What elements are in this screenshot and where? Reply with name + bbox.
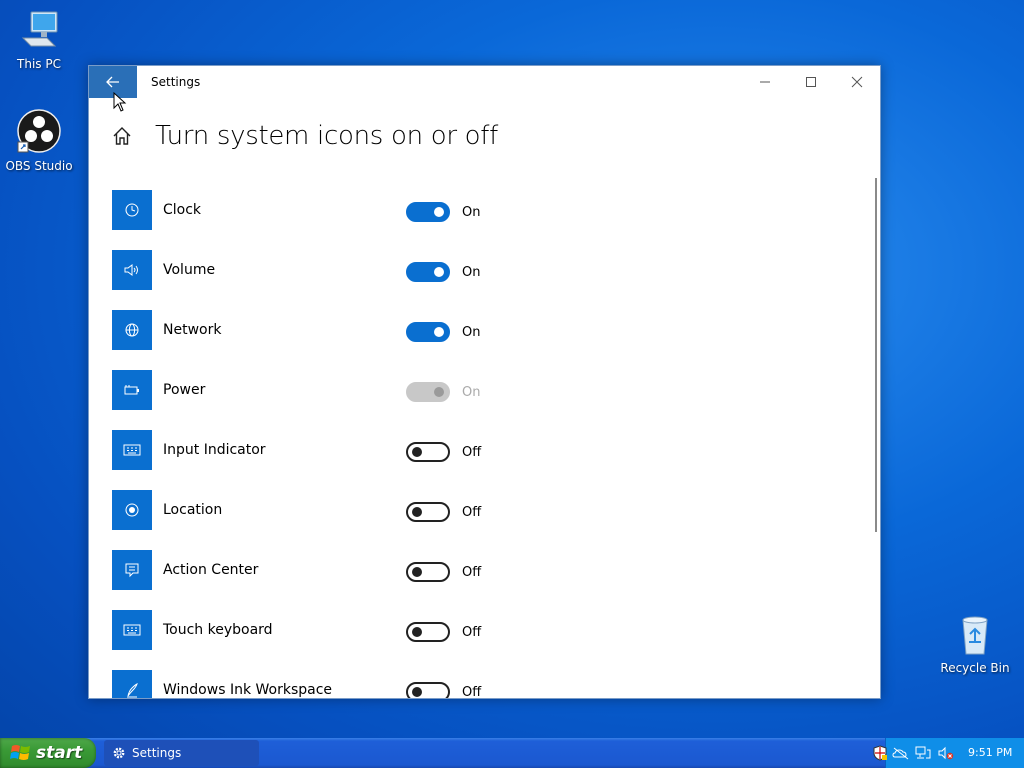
toggle-state: Off — [462, 445, 482, 460]
window-title: Settings — [151, 75, 201, 89]
list-item-touch-keyboard: Touch keyboard Off — [112, 610, 812, 650]
home-button[interactable] — [111, 125, 133, 147]
item-label: Action Center — [163, 562, 259, 578]
close-button[interactable] — [834, 66, 880, 98]
toggle-knob — [412, 687, 422, 697]
mouse-cursor-icon — [113, 92, 127, 112]
toggle-knob — [434, 267, 444, 277]
onedrive-icon[interactable] — [892, 746, 910, 760]
toggle-state: On — [462, 205, 481, 220]
desktop-icon-label: This PC — [17, 57, 61, 71]
item-label: Power — [163, 382, 206, 398]
desktop-icon-label: OBS Studio — [5, 159, 73, 173]
network-toggle[interactable] — [406, 322, 450, 342]
item-label: Touch keyboard — [163, 622, 273, 638]
action-center-toggle[interactable] — [406, 562, 450, 582]
list-item-windows-ink-workspace: Windows Ink Workspace Off — [112, 670, 812, 699]
list-item-input-indicator: Input Indicator Off — [112, 430, 812, 470]
start-button[interactable]: start — [0, 738, 96, 768]
maximize-icon — [806, 77, 816, 87]
touch-keyboard-toggle[interactable] — [406, 622, 450, 642]
list-item-volume: Volume On — [112, 250, 812, 290]
list-item-network: Network On — [112, 310, 812, 350]
taskbar-item-settings[interactable]: Settings — [104, 740, 259, 766]
taskbar-clock[interactable]: 9:51 PM — [968, 746, 1012, 759]
system-tray: 9:51 PM — [873, 738, 1024, 768]
taskbar: start Settings 9:51 PM — [0, 738, 1024, 768]
list-item-power: Power On — [112, 370, 812, 410]
computer-icon — [4, 8, 74, 55]
toggle-state: Off — [462, 565, 482, 580]
arrow-left-icon — [106, 76, 119, 88]
desktop-icon-label: Recycle Bin — [940, 661, 1010, 675]
page-header: Turn system icons on or off — [111, 121, 498, 151]
toggle-knob — [412, 447, 422, 457]
list-item-action-center: Action Center Off — [112, 550, 812, 590]
windows-logo-icon — [10, 745, 30, 760]
action-center-icon — [112, 550, 152, 590]
toggle-state: On — [462, 265, 481, 280]
recycle-bin-icon — [940, 612, 1010, 659]
security-shield-icon[interactable] — [872, 745, 888, 761]
settings-window: Settings Turn system icons on or off Clo… — [88, 65, 881, 699]
close-icon — [851, 76, 863, 88]
page-title: Turn system icons on or off — [155, 121, 498, 151]
desktop-icon-this-pc[interactable]: This PC — [4, 8, 74, 71]
volume-icon — [112, 250, 152, 290]
start-label: start — [36, 743, 83, 763]
home-icon — [113, 127, 131, 145]
location-toggle[interactable] — [406, 502, 450, 522]
desktop-icon-obs-studio[interactable]: OBS Studio — [4, 108, 74, 173]
location-icon — [112, 490, 152, 530]
toggle-state: Off — [462, 625, 482, 640]
minimize-icon — [760, 81, 770, 83]
network-icon — [112, 310, 152, 350]
toggle-state: On — [462, 325, 481, 340]
obs-icon — [4, 108, 74, 157]
toggle-state: Off — [462, 505, 482, 520]
item-label: Volume — [163, 262, 216, 278]
taskbar-item-label: Settings — [132, 746, 182, 760]
toggle-knob — [412, 507, 422, 517]
pen-icon — [112, 670, 152, 698]
maximize-button[interactable] — [788, 66, 834, 98]
windows-ink-toggle[interactable] — [406, 682, 450, 698]
toggle-knob — [434, 387, 444, 397]
power-icon — [112, 370, 152, 410]
item-label: Location — [163, 502, 223, 518]
volume-toggle[interactable] — [406, 262, 450, 282]
power-toggle — [406, 382, 450, 402]
item-label: Clock — [163, 202, 202, 218]
gear-icon — [113, 747, 125, 759]
minimize-button[interactable] — [742, 66, 788, 98]
keyboard-icon — [112, 430, 152, 470]
toggle-state: On — [462, 385, 481, 400]
input-indicator-toggle[interactable] — [406, 442, 450, 462]
list-item-clock: Clock On — [112, 190, 812, 230]
item-label: Windows Ink Workspace — [163, 682, 333, 698]
toggle-knob — [412, 627, 422, 637]
desktop-icon-recycle-bin[interactable]: Recycle Bin — [940, 612, 1010, 675]
list-item-location: Location Off — [112, 490, 812, 530]
toggle-knob — [434, 207, 444, 217]
network-tray-icon[interactable] — [915, 746, 931, 760]
touch-keyboard-icon — [112, 610, 152, 650]
clock-icon — [112, 190, 152, 230]
title-bar[interactable]: Settings — [89, 66, 880, 98]
clock-toggle[interactable] — [406, 202, 450, 222]
toggle-knob — [434, 327, 444, 337]
toggle-state: Off — [462, 685, 482, 699]
item-label: Input Indicator — [163, 442, 266, 458]
toggle-knob — [412, 567, 422, 577]
item-label: Network — [163, 322, 222, 338]
scrollbar[interactable] — [875, 178, 877, 532]
volume-muted-icon[interactable] — [938, 746, 954, 760]
